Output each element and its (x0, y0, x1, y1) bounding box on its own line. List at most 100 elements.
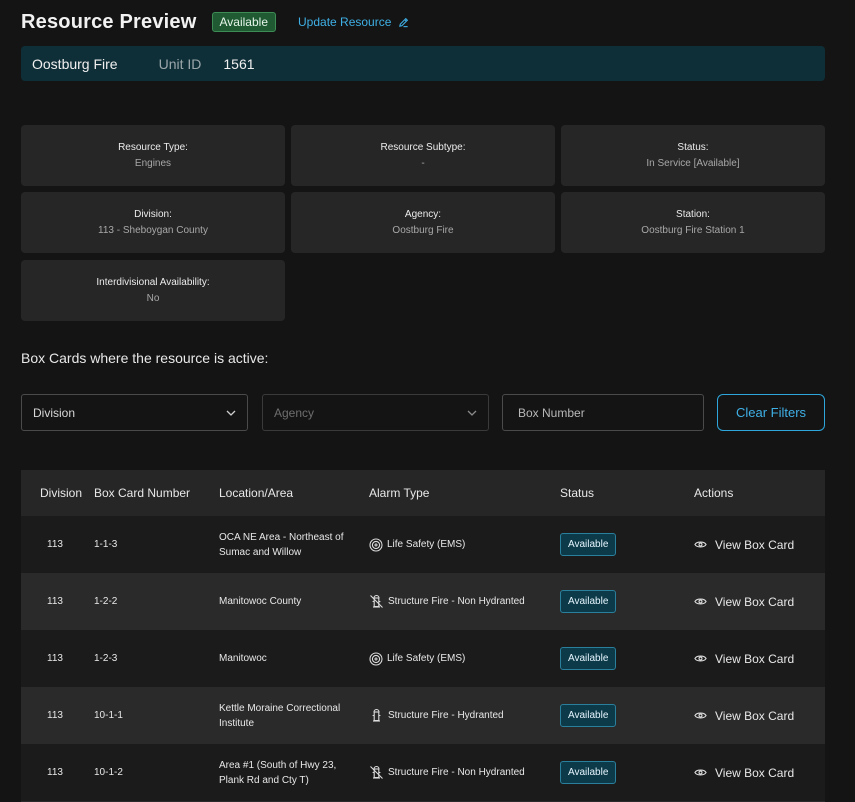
column-header-location: Location/Area (219, 485, 294, 500)
resource-type-card: Resource Type: Engines (21, 125, 285, 186)
eye-icon (694, 541, 707, 548)
agency-select-label: Agency (274, 405, 315, 420)
cell-alarm-type: Life Safety (EMS) (369, 651, 560, 666)
alarm-type-label: Structure Fire - Non Hydranted (388, 767, 525, 778)
cell-status: Available (560, 647, 694, 670)
detail-value: 113 - Sheboygan County (98, 225, 208, 236)
detail-label: Station: (676, 209, 710, 220)
detail-label: Resource Type: (118, 142, 188, 153)
cell-division: 113 (47, 767, 63, 778)
cell-box-card-number: 10-1-2 (94, 767, 123, 778)
cell-alarm-type: Structure Fire - Non Hydranted (369, 594, 560, 609)
agency-select[interactable]: Agency (262, 394, 489, 431)
table-row: 113 10-1-1 Kettle Moraine Correctional I… (21, 687, 825, 744)
cell-location: OCA NE Area - Northeast of Sumac and Wil… (219, 531, 344, 558)
life-safety-icon (369, 651, 383, 666)
division-select[interactable]: Division (21, 394, 248, 431)
life-safety-icon (369, 537, 383, 552)
alarm-type-label: Structure Fire - Hydranted (388, 710, 504, 721)
view-box-card-label: View Box Card (715, 594, 795, 609)
unit-id-value: 1561 (223, 55, 255, 72)
cell-alarm-type: Life Safety (EMS) (369, 537, 560, 552)
cell-box-card-number: 1-2-3 (94, 653, 118, 664)
view-box-card-label: View Box Card (715, 708, 795, 723)
status-badge: Available (560, 647, 617, 670)
view-box-card-button[interactable]: View Box Card (694, 595, 794, 609)
division-card: Division: 113 - Sheboygan County (21, 192, 285, 253)
update-resource-label: Update Resource (298, 15, 392, 29)
view-box-card-button[interactable]: View Box Card (694, 652, 794, 666)
eye-icon (694, 598, 707, 605)
cell-actions: View Box Card (694, 652, 825, 666)
cell-division: 113 (47, 710, 63, 721)
cell-box-card-number: 1-1-3 (94, 539, 118, 550)
cell-location: Kettle Moraine Correctional Institute (219, 702, 341, 729)
view-box-card-label: View Box Card (715, 651, 795, 666)
status-badge: Available (560, 704, 617, 727)
eye-icon (694, 769, 707, 776)
cell-division: 113 (47, 653, 63, 664)
chevron-down-icon (226, 410, 236, 416)
detail-label: Agency: (404, 209, 442, 220)
column-header-division: Division (40, 486, 83, 500)
view-box-card-button[interactable]: View Box Card (694, 766, 794, 780)
hydrant-icon (372, 708, 381, 722)
resource-subtype-card: Resource Subtype: - (291, 125, 555, 186)
detail-value: No (146, 293, 160, 304)
chevron-down-icon (467, 410, 477, 416)
cell-box-card-number: 10-1-1 (94, 710, 123, 721)
agency-card: Agency: Oostburg Fire (291, 192, 555, 253)
unit-id-label: Unit ID (158, 55, 202, 72)
view-box-card-button[interactable]: View Box Card (694, 709, 794, 723)
table-row: 113 1-1-3 OCA NE Area - Northeast of Sum… (21, 516, 825, 573)
unit-info-bar: Oostburg Fire Unit ID 1561 (21, 46, 825, 81)
status-card: Status: In Service [Available] (561, 125, 825, 186)
cell-actions: View Box Card (694, 709, 825, 723)
cell-box-card-number: 1-2-2 (94, 596, 118, 607)
cell-status: Available (560, 761, 694, 784)
cell-alarm-type: Structure Fire - Non Hydranted (369, 765, 560, 780)
detail-value: - (421, 158, 425, 169)
status-badge: Available (560, 533, 617, 556)
division-select-label: Division (33, 405, 76, 420)
cell-status: Available (560, 704, 694, 727)
update-resource-link[interactable]: Update Resource (298, 15, 409, 29)
hydrant-crossed-icon (370, 594, 383, 608)
cell-actions: View Box Card (694, 766, 825, 780)
column-header-status: Status (560, 486, 595, 500)
page-title: Resource Preview (21, 10, 197, 33)
box-number-input[interactable] (502, 394, 704, 431)
detail-value: In Service [Available] (646, 158, 740, 169)
alarm-type-label: Life Safety (EMS) (387, 653, 466, 664)
view-box-card-button[interactable]: View Box Card (694, 538, 794, 552)
table-row: 113 10-1-2 Area #1 (South of Hwy 23, Pla… (21, 744, 825, 801)
detail-value: Engines (134, 158, 172, 169)
view-box-card-label: View Box Card (715, 765, 795, 780)
detail-value: Oostburg Fire (392, 225, 454, 236)
pencil-icon (399, 17, 409, 27)
detail-label: Interdivisional Availability: (96, 277, 210, 288)
status-badge: Available (560, 761, 617, 784)
clear-filters-button[interactable]: Clear Filters (717, 394, 825, 431)
column-header-actions: Actions (694, 486, 734, 500)
detail-label: Division: (134, 209, 172, 220)
cell-status: Available (560, 590, 694, 613)
column-header-alarm-type: Alarm Type (369, 486, 430, 500)
table-header: Division Box Card Number Location/Area A… (21, 470, 825, 516)
cell-location: Manitowoc County (219, 596, 302, 607)
cell-actions: View Box Card (694, 538, 825, 552)
unit-name: Oostburg Fire (32, 55, 118, 72)
detail-label: Status: (677, 142, 709, 153)
page-header: Resource Preview Available Update Resour… (21, 10, 409, 34)
alarm-type-label: Life Safety (EMS) (387, 539, 466, 550)
interdivisional-card: Interdivisional Availability: No (21, 260, 285, 321)
column-header-box-card-number: Box Card Number (94, 486, 191, 500)
availability-badge: Available (211, 12, 276, 32)
station-card: Station: Oostburg Fire Station 1 (561, 192, 825, 253)
detail-label: Resource Subtype: (380, 142, 466, 153)
eye-icon (694, 655, 707, 662)
cell-division: 113 (47, 539, 63, 550)
table-row: 113 1-2-2 Manitowoc County Structure Fir… (21, 573, 825, 630)
alarm-type-label: Structure Fire - Non Hydranted (388, 596, 525, 607)
cell-division: 113 (47, 596, 63, 607)
